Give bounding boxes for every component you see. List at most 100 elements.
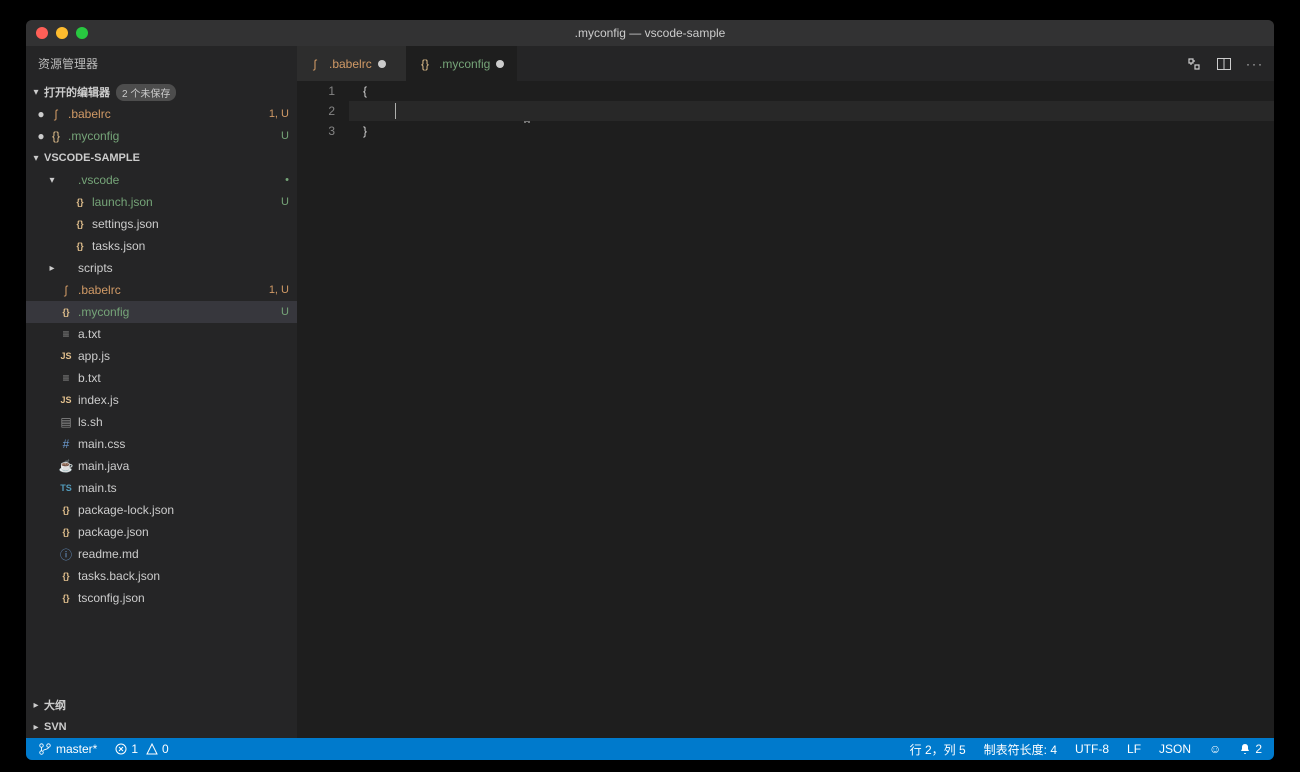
file-name: tasks.back.json [78,569,289,583]
file-tree-item[interactable]: ⓘ readme.md [26,543,297,565]
editor-tab[interactable]: {} .myconfig [407,46,517,81]
open-editors-label: 打开的编辑器 [44,84,110,100]
file-tree-item[interactable]: ☕ main.java [26,455,297,477]
warning-count: 0 [162,742,169,756]
file-tree-item[interactable]: {} settings.json [26,213,297,235]
file-tree-item[interactable]: JS index.js [26,389,297,411]
file-name: .myconfig [78,305,281,319]
chevron-right-icon: ▸ [30,700,42,711]
window-controls [36,27,88,39]
code-editor[interactable]: 123 {} [297,81,1274,738]
code-line[interactable]: } [349,121,1274,141]
sidebar-section-header[interactable]: ▸大纲 [26,694,297,716]
file-name: launch.json [92,195,281,209]
file-tree-item[interactable]: {} launch.json U [26,191,297,213]
open-editors-list: ● ʃ .babelrc 1, U ● {} .myconfig U [26,103,297,147]
code-line[interactable]: { [349,81,1274,101]
minimize-window-button[interactable] [56,27,68,39]
compare-changes-icon[interactable] [1186,56,1202,72]
file-name: index.js [78,393,289,407]
workspace-section-header[interactable]: ▾ VSCODE-SAMPLE [26,147,297,169]
file-type-icon: ☕ [58,459,74,473]
chevron-down-icon: ▾ [30,153,42,164]
split-editor-icon[interactable] [1216,56,1232,72]
line-number: 3 [297,121,335,141]
notifications-status[interactable]: 2 [1235,742,1266,756]
file-name: tasks.json [92,239,289,253]
warning-icon [146,743,158,755]
line-number: 2 [297,101,335,121]
code-content[interactable]: {} [349,81,1274,738]
file-tree-item[interactable]: ʃ .babelrc 1, U [26,279,297,301]
encoding-status[interactable]: UTF-8 [1071,742,1113,756]
file-type-icon: {} [72,241,88,251]
maximize-window-button[interactable] [76,27,88,39]
tree-arrow-icon: ▾ [46,175,58,186]
window-title: .myconfig — vscode-sample [575,26,726,40]
file-tree-item[interactable]: ▾ .vscode • [26,169,297,191]
open-editor-item[interactable]: ● {} .myconfig U [26,125,297,147]
tab-size-status[interactable]: 制表符长度: 4 [980,741,1061,758]
file-tree-item[interactable]: ▤ ls.sh [26,411,297,433]
file-type-icon: {} [417,57,433,71]
editor-actions: ··· [1176,46,1274,81]
file-tree-item[interactable]: {} tasks.back.json [26,565,297,587]
file-type-icon: # [58,437,74,451]
open-editor-item[interactable]: ● ʃ .babelrc 1, U [26,103,297,125]
open-editors-section-header[interactable]: ▾ 打开的编辑器 2 个未保存 [26,81,297,103]
file-tree-item[interactable]: {} package.json [26,521,297,543]
language-mode-status[interactable]: JSON [1155,742,1195,756]
section-label: 大纲 [44,697,66,713]
unsaved-badge: 2 个未保存 [116,84,176,101]
file-tree-item[interactable]: {} tasks.json [26,235,297,257]
dirty-dot-icon: ● [34,129,48,143]
file-type-icon: ≡ [58,371,74,385]
file-tree-item[interactable]: {} package-lock.json [26,499,297,521]
eol-status[interactable]: LF [1123,742,1145,756]
dirty-dot-icon [496,60,504,68]
file-type-icon: JS [58,351,74,361]
file-type-icon: ʃ [48,107,64,121]
file-name: a.txt [78,327,289,341]
line-number: 1 [297,81,335,101]
sidebar-section-header[interactable]: ▸SVN [26,716,297,738]
dirty-dot-icon [378,60,386,68]
file-tree-item[interactable]: ≡ a.txt [26,323,297,345]
file-name: .myconfig [68,129,281,143]
file-tree-item[interactable]: ▸ scripts [26,257,297,279]
file-tree-item[interactable]: ≡ b.txt [26,367,297,389]
file-type-icon: ≡ [58,327,74,341]
file-name: .babelrc [78,283,269,297]
feedback-icon[interactable]: ☺ [1205,742,1225,756]
file-type-icon: {} [58,527,74,537]
file-type-icon: TS [58,483,74,493]
editor-tab[interactable]: ʃ .babelrc [297,46,407,81]
tab-title: .babelrc [329,57,372,71]
file-tree-item[interactable]: # main.css [26,433,297,455]
bell-icon [1239,743,1251,755]
error-count: 1 [131,742,138,756]
status-bar: master* 1 0 行 2，列 5 制表符长度: 4 UTF-8 LF JS… [26,738,1274,760]
app-window: .myconfig — vscode-sample 资源管理器 ▾ 打开的编辑器… [26,20,1274,760]
file-tree-item[interactable]: {} tsconfig.json [26,587,297,609]
close-window-button[interactable] [36,27,48,39]
file-tree-item[interactable]: TS main.ts [26,477,297,499]
file-type-icon: {} [72,197,88,207]
tree-arrow-icon: ▸ [46,263,58,274]
sidebar-bottom-sections: ▸大纲▸SVN [26,694,297,738]
tab-bar: ʃ .babelrc {} .myconfig ··· [297,46,1274,81]
cursor-position-status[interactable]: 行 2，列 5 [906,741,970,758]
problems-status[interactable]: 1 0 [111,742,172,756]
file-tree-item[interactable]: {} .myconfig U [26,301,297,323]
file-type-icon: {} [48,129,64,143]
more-actions-icon[interactable]: ··· [1246,57,1264,71]
file-tree-item[interactable]: JS app.js [26,345,297,367]
file-name: tsconfig.json [78,591,289,605]
git-branch-status[interactable]: master* [34,742,101,756]
file-name: .babelrc [68,107,269,121]
main-area: 资源管理器 ▾ 打开的编辑器 2 个未保存 ● ʃ .babelrc 1, U … [26,46,1274,738]
code-text: { [363,84,367,98]
file-git-status: U [281,306,289,318]
file-name: settings.json [92,217,289,231]
code-line[interactable] [349,101,1274,121]
